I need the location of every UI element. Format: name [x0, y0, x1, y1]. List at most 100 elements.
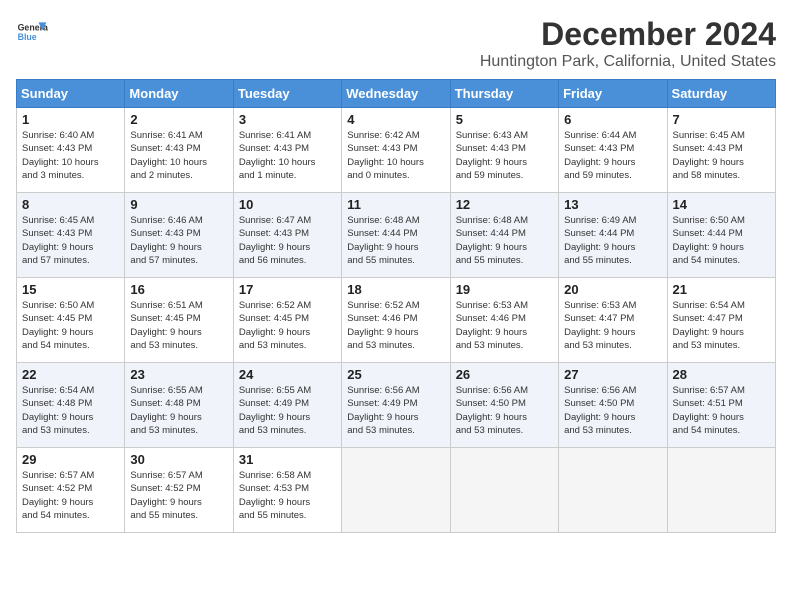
calendar-cell: 27 Sunrise: 6:56 AM Sunset: 4:50 PM Dayli… [559, 363, 667, 448]
day-info: Sunrise: 6:48 AM Sunset: 4:44 PM Dayligh… [456, 214, 553, 267]
calendar-week-row: 1 Sunrise: 6:40 AM Sunset: 4:43 PM Daylig… [17, 108, 776, 193]
day-number: 11 [347, 197, 444, 212]
day-info: Sunrise: 6:56 AM Sunset: 4:50 PM Dayligh… [456, 384, 553, 437]
calendar-cell: 29 Sunrise: 6:57 AM Sunset: 4:52 PM Dayli… [17, 448, 125, 533]
weekday-header: Wednesday [342, 80, 450, 108]
day-number: 26 [456, 367, 553, 382]
day-info: Sunrise: 6:46 AM Sunset: 4:43 PM Dayligh… [130, 214, 227, 267]
day-number: 14 [673, 197, 770, 212]
calendar-cell: 7 Sunrise: 6:45 AM Sunset: 4:43 PM Daylig… [667, 108, 775, 193]
calendar-cell: 26 Sunrise: 6:56 AM Sunset: 4:50 PM Dayli… [450, 363, 558, 448]
calendar-cell: 15 Sunrise: 6:50 AM Sunset: 4:45 PM Dayli… [17, 278, 125, 363]
calendar-cell: 8 Sunrise: 6:45 AM Sunset: 4:43 PM Daylig… [17, 193, 125, 278]
day-number: 7 [673, 112, 770, 127]
weekday-header: Thursday [450, 80, 558, 108]
day-info: Sunrise: 6:42 AM Sunset: 4:43 PM Dayligh… [347, 129, 444, 182]
day-number: 10 [239, 197, 336, 212]
day-number: 6 [564, 112, 661, 127]
calendar-cell: 12 Sunrise: 6:48 AM Sunset: 4:44 PM Dayli… [450, 193, 558, 278]
day-info: Sunrise: 6:51 AM Sunset: 4:45 PM Dayligh… [130, 299, 227, 352]
calendar-week-row: 15 Sunrise: 6:50 AM Sunset: 4:45 PM Dayli… [17, 278, 776, 363]
day-info: Sunrise: 6:58 AM Sunset: 4:53 PM Dayligh… [239, 469, 336, 522]
day-number: 23 [130, 367, 227, 382]
calendar-cell: 14Sunrise: 6:50 AM Sunset: 4:44 PM Dayli… [667, 193, 775, 278]
title-block: December 2024 Huntington Park, Californi… [480, 16, 776, 71]
calendar-cell: 5Sunrise: 6:43 AM Sunset: 4:43 PM Daylig… [450, 108, 558, 193]
calendar-week-row: 29 Sunrise: 6:57 AM Sunset: 4:52 PM Dayli… [17, 448, 776, 533]
header: General Blue December 2024 Huntington Pa… [16, 16, 776, 71]
day-info: Sunrise: 6:55 AM Sunset: 4:48 PM Dayligh… [130, 384, 227, 437]
day-info: Sunrise: 6:54 AM Sunset: 4:48 PM Dayligh… [22, 384, 119, 437]
day-info: Sunrise: 6:45 AM Sunset: 4:43 PM Dayligh… [673, 129, 770, 182]
day-number: 20 [564, 282, 661, 297]
calendar-cell: 16 Sunrise: 6:51 AM Sunset: 4:45 PM Dayli… [125, 278, 233, 363]
day-number: 18 [347, 282, 444, 297]
calendar-cell: 22 Sunrise: 6:54 AM Sunset: 4:48 PM Dayli… [17, 363, 125, 448]
day-number: 13 [564, 197, 661, 212]
day-number: 1 [22, 112, 119, 127]
calendar-cell: 2 Sunrise: 6:41 AM Sunset: 4:43 PM Daylig… [125, 108, 233, 193]
calendar-cell [559, 448, 667, 533]
day-number: 17 [239, 282, 336, 297]
day-number: 28 [673, 367, 770, 382]
day-number: 2 [130, 112, 227, 127]
day-number: 16 [130, 282, 227, 297]
day-number: 30 [130, 452, 227, 467]
weekday-header: Monday [125, 80, 233, 108]
weekday-header: Saturday [667, 80, 775, 108]
calendar-cell: 18 Sunrise: 6:52 AM Sunset: 4:46 PM Dayli… [342, 278, 450, 363]
day-number: 27 [564, 367, 661, 382]
day-number: 3 [239, 112, 336, 127]
calendar-week-row: 8 Sunrise: 6:45 AM Sunset: 4:43 PM Daylig… [17, 193, 776, 278]
calendar-cell: 6 Sunrise: 6:44 AM Sunset: 4:43 PM Daylig… [559, 108, 667, 193]
day-info: Sunrise: 6:50 AM Sunset: 4:45 PM Dayligh… [22, 299, 119, 352]
day-number: 5 [456, 112, 553, 127]
calendar-cell: 19Sunrise: 6:53 AM Sunset: 4:46 PM Dayli… [450, 278, 558, 363]
day-info: Sunrise: 6:54 AM Sunset: 4:47 PM Dayligh… [673, 299, 770, 352]
day-info: Sunrise: 6:56 AM Sunset: 4:50 PM Dayligh… [564, 384, 661, 437]
calendar-cell: 11 Sunrise: 6:48 AM Sunset: 4:44 PM Dayli… [342, 193, 450, 278]
calendar-subtitle: Huntington Park, California, United Stat… [480, 53, 776, 71]
day-number: 8 [22, 197, 119, 212]
calendar-table: SundayMondayTuesdayWednesdayThursdayFrid… [16, 79, 776, 533]
day-number: 15 [22, 282, 119, 297]
day-info: Sunrise: 6:48 AM Sunset: 4:44 PM Dayligh… [347, 214, 444, 267]
day-number: 25 [347, 367, 444, 382]
day-info: Sunrise: 6:57 AM Sunset: 4:51 PM Dayligh… [673, 384, 770, 437]
day-info: Sunrise: 6:49 AM Sunset: 4:44 PM Dayligh… [564, 214, 661, 267]
day-info: Sunrise: 6:41 AM Sunset: 4:43 PM Dayligh… [130, 129, 227, 182]
logo-icon: General Blue [16, 16, 48, 48]
calendar-cell [450, 448, 558, 533]
day-info: Sunrise: 6:45 AM Sunset: 4:43 PM Dayligh… [22, 214, 119, 267]
day-number: 12 [456, 197, 553, 212]
calendar-week-row: 22 Sunrise: 6:54 AM Sunset: 4:48 PM Dayli… [17, 363, 776, 448]
day-info: Sunrise: 6:52 AM Sunset: 4:46 PM Dayligh… [347, 299, 444, 352]
calendar-cell: 10 Sunrise: 6:47 AM Sunset: 4:43 PM Dayli… [233, 193, 341, 278]
day-info: Sunrise: 6:57 AM Sunset: 4:52 PM Dayligh… [130, 469, 227, 522]
calendar-cell: 1 Sunrise: 6:40 AM Sunset: 4:43 PM Daylig… [17, 108, 125, 193]
logo: General Blue [16, 16, 48, 48]
day-number: 9 [130, 197, 227, 212]
calendar-cell: 17 Sunrise: 6:52 AM Sunset: 4:45 PM Dayli… [233, 278, 341, 363]
day-info: Sunrise: 6:56 AM Sunset: 4:49 PM Dayligh… [347, 384, 444, 437]
calendar-cell: 13 Sunrise: 6:49 AM Sunset: 4:44 PM Dayli… [559, 193, 667, 278]
day-info: Sunrise: 6:55 AM Sunset: 4:49 PM Dayligh… [239, 384, 336, 437]
day-number: 21 [673, 282, 770, 297]
day-info: Sunrise: 6:47 AM Sunset: 4:43 PM Dayligh… [239, 214, 336, 267]
calendar-cell: 25 Sunrise: 6:56 AM Sunset: 4:49 PM Dayli… [342, 363, 450, 448]
day-number: 4 [347, 112, 444, 127]
calendar-cell: 30 Sunrise: 6:57 AM Sunset: 4:52 PM Dayli… [125, 448, 233, 533]
day-info: Sunrise: 6:44 AM Sunset: 4:43 PM Dayligh… [564, 129, 661, 182]
weekday-header: Friday [559, 80, 667, 108]
calendar-cell: 24Sunrise: 6:55 AM Sunset: 4:49 PM Dayli… [233, 363, 341, 448]
day-info: Sunrise: 6:57 AM Sunset: 4:52 PM Dayligh… [22, 469, 119, 522]
calendar-cell [342, 448, 450, 533]
day-info: Sunrise: 6:40 AM Sunset: 4:43 PM Dayligh… [22, 129, 119, 182]
day-number: 29 [22, 452, 119, 467]
day-info: Sunrise: 6:52 AM Sunset: 4:45 PM Dayligh… [239, 299, 336, 352]
day-number: 22 [22, 367, 119, 382]
calendar-body: 1 Sunrise: 6:40 AM Sunset: 4:43 PM Daylig… [17, 108, 776, 533]
calendar-header-row: SundayMondayTuesdayWednesdayThursdayFrid… [17, 80, 776, 108]
weekday-header: Tuesday [233, 80, 341, 108]
calendar-title: December 2024 [480, 16, 776, 53]
